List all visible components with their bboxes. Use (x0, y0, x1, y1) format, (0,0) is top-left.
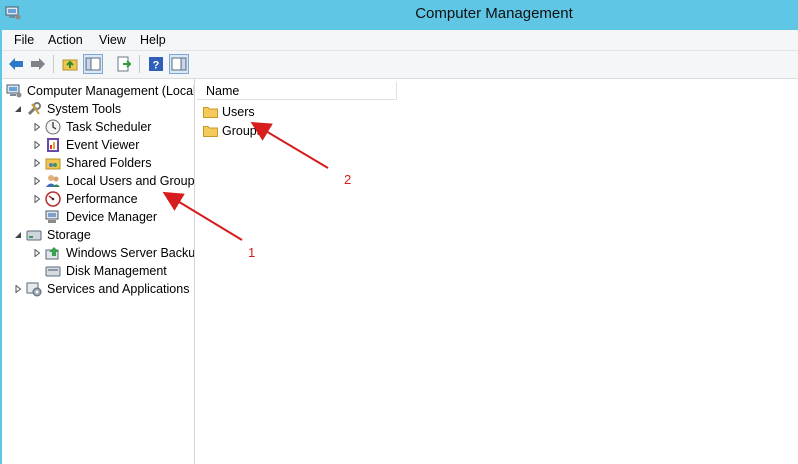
tree-item-disk-management[interactable]: Disk Management (45, 262, 168, 280)
disk-management-icon (45, 263, 61, 279)
list-item-users[interactable]: Users (203, 103, 255, 121)
tree-label: Event Viewer (66, 138, 140, 152)
expand-arrow-icon[interactable] (13, 284, 23, 294)
expand-arrow-icon[interactable] (32, 140, 42, 150)
tree-item-shared-folders[interactable]: Shared Folders (32, 154, 152, 172)
tree-item-task-scheduler[interactable]: Task Scheduler (32, 118, 152, 136)
tree-label: Disk Management (66, 264, 167, 278)
expand-arrow-icon[interactable] (32, 122, 42, 132)
tree-item-computer-management[interactable]: Computer Management (Local (6, 82, 195, 100)
expand-arrow-icon[interactable] (32, 248, 42, 258)
services-icon (26, 281, 42, 297)
tree-item-event-viewer[interactable]: Event Viewer (32, 136, 140, 154)
menu-help[interactable]: Help (136, 32, 170, 48)
tree-label: Shared Folders (66, 156, 152, 170)
tree-label: Computer Management (Local (27, 84, 195, 98)
tree-label: Task Scheduler (66, 120, 152, 134)
computer-management-icon (6, 83, 22, 99)
expand-arrow-icon[interactable] (32, 176, 42, 186)
column-header-name[interactable]: Name (197, 82, 397, 100)
shared-folder-icon (45, 155, 61, 171)
export-list-icon[interactable] (114, 54, 134, 74)
tree-label: Windows Server Backup (66, 246, 195, 260)
annotation-label-2: 2 (344, 172, 352, 187)
folder-icon (203, 106, 218, 118)
collapse-arrow-icon[interactable] (13, 230, 23, 240)
folder-icon (203, 125, 218, 137)
tree-label: System Tools (47, 102, 122, 116)
list-item-groups[interactable]: Groups (203, 122, 263, 140)
back-icon[interactable] (6, 54, 26, 74)
title-bar: Computer Management (0, 0, 798, 30)
forward-icon[interactable] (28, 54, 48, 74)
clock-icon (45, 119, 61, 135)
tree-item-windows-server-backup[interactable]: Windows Server Backup (32, 244, 195, 262)
users-icon (45, 173, 61, 189)
menu-view[interactable]: View (95, 32, 130, 48)
menu-action[interactable]: Action (44, 32, 87, 48)
up-folder-icon[interactable] (60, 54, 80, 74)
help-icon[interactable]: ? (146, 54, 166, 74)
collapse-arrow-icon[interactable] (13, 104, 23, 114)
show-hide-console-tree-icon[interactable] (83, 54, 103, 74)
details-pane: Name Users Groups (197, 79, 798, 464)
tree-label: Storage (47, 228, 91, 242)
window-title: Computer Management (415, 5, 573, 22)
system-tools-icon (26, 101, 42, 117)
tree-item-storage[interactable]: Storage (13, 226, 92, 244)
toolbar-separator (139, 55, 140, 73)
menu-file[interactable]: File (10, 32, 38, 48)
console-tree: Computer Management (Local System Tools … (2, 79, 195, 464)
list-item-label: Users (222, 105, 255, 119)
menu-bar: File Action View Help (2, 30, 798, 51)
tree-item-local-users-and-groups[interactable]: Local Users and Groups (32, 172, 195, 190)
tree-item-performance[interactable]: Performance (32, 190, 139, 208)
tree-item-device-manager[interactable]: Device Manager (45, 208, 158, 226)
backup-icon (45, 245, 61, 261)
main-window: File Action View Help ? Computer Managem… (2, 30, 798, 464)
device-manager-icon (45, 209, 61, 225)
show-hide-action-pane-icon[interactable] (169, 54, 189, 74)
list-item-label: Groups (222, 124, 263, 138)
tree-label: Performance (66, 192, 138, 206)
toolbar-separator (53, 55, 54, 73)
performance-icon (45, 191, 61, 207)
svg-text:?: ? (153, 60, 160, 72)
annotation-label-1: 1 (248, 245, 256, 260)
event-viewer-icon (45, 137, 61, 153)
storage-icon (26, 227, 42, 243)
tree-label: Services and Applications (47, 282, 190, 296)
tree-label: Local Users and Groups (66, 174, 195, 188)
tree-item-system-tools[interactable]: System Tools (13, 100, 122, 118)
tree-label: Device Manager (66, 210, 158, 224)
expand-arrow-icon[interactable] (32, 194, 42, 204)
toolbar: ? (2, 51, 798, 79)
expand-arrow-icon[interactable] (32, 158, 42, 168)
tree-item-services-and-applications[interactable]: Services and Applications (13, 280, 190, 298)
